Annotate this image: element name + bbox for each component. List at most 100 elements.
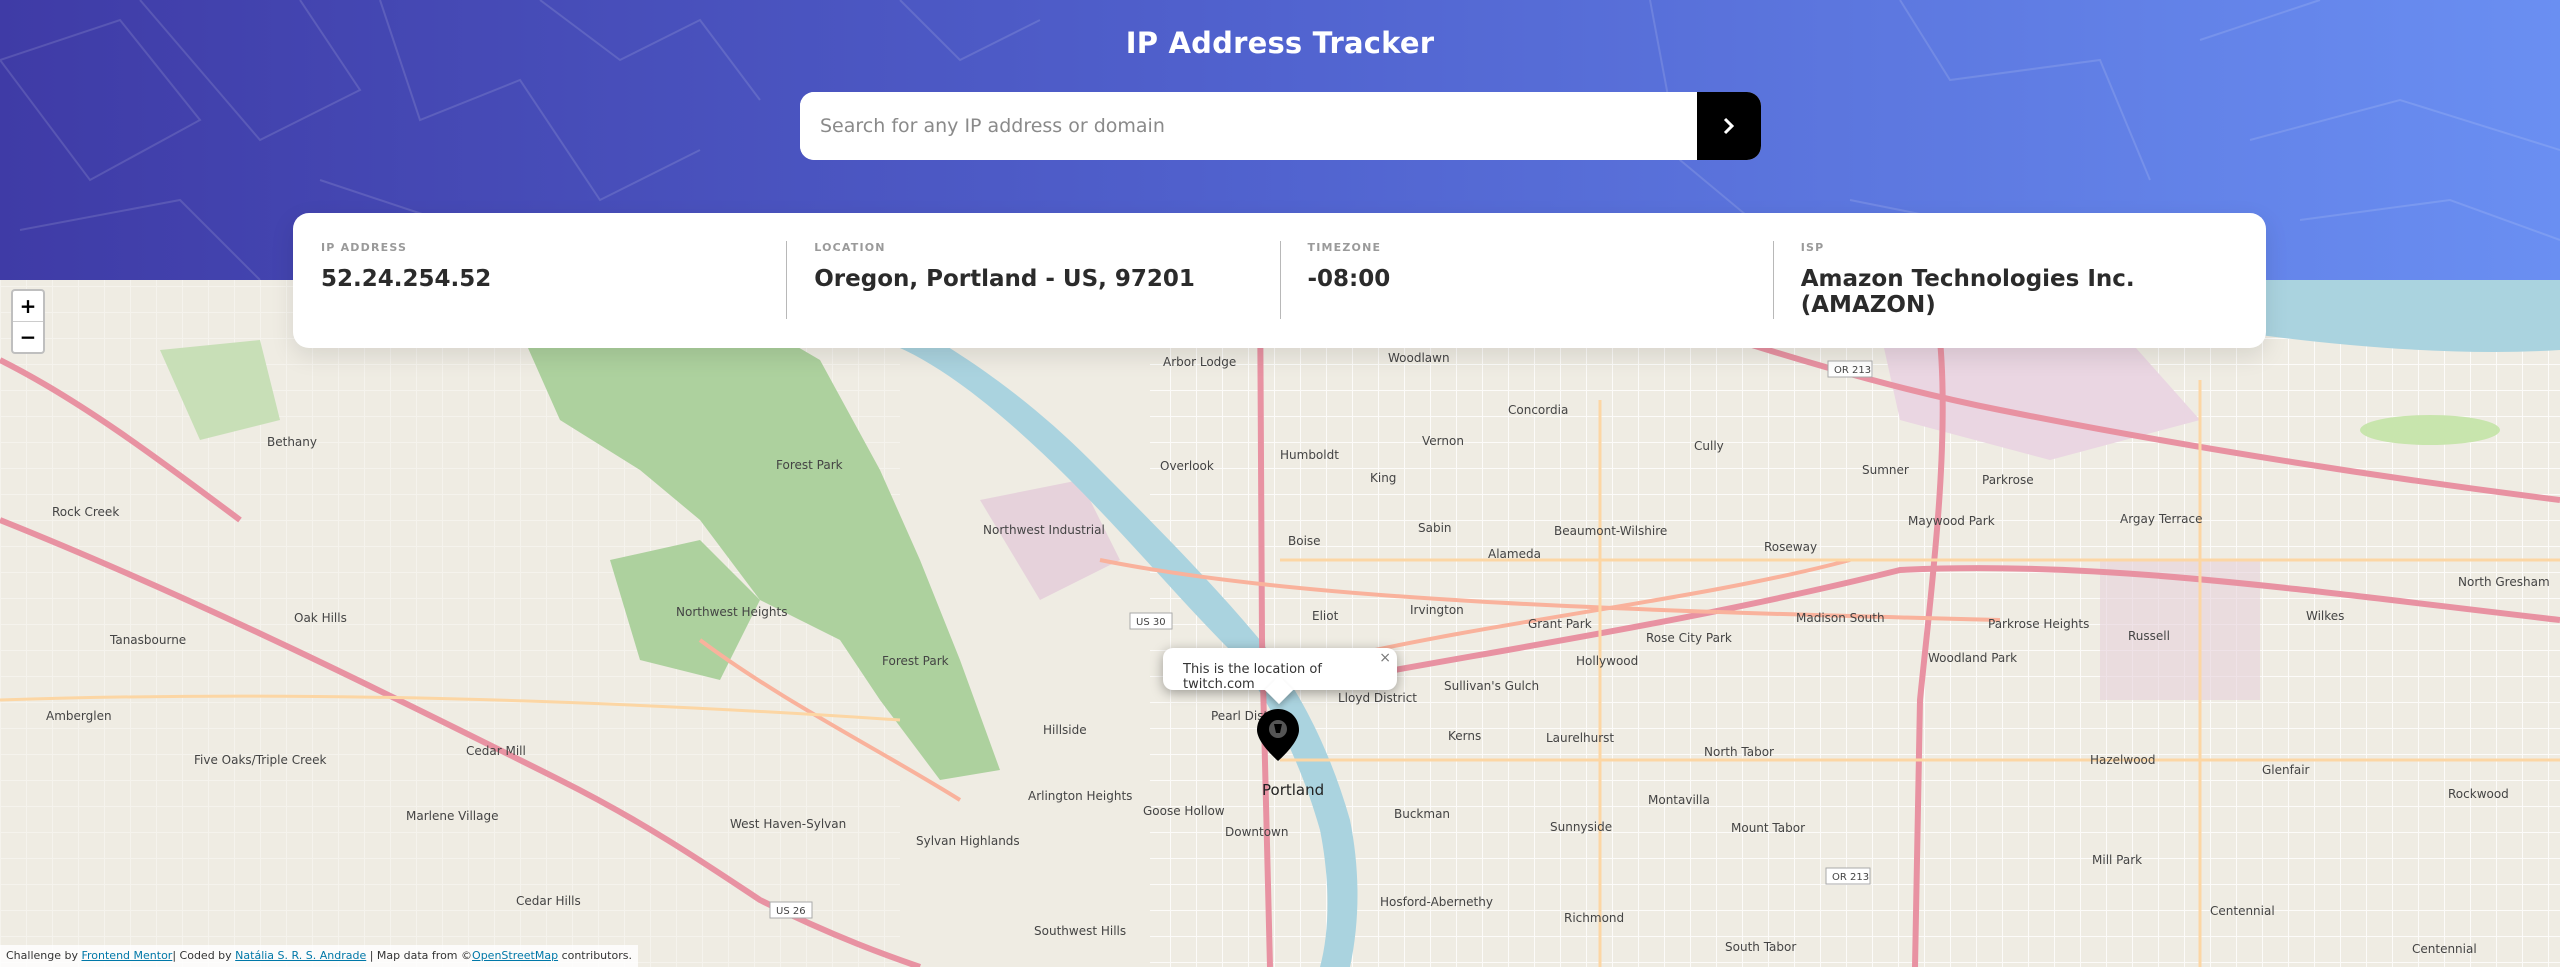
map-label: Rose City Park	[1646, 631, 1732, 645]
map-label: Kerns	[1448, 729, 1481, 743]
map-label: Tanasbourne	[109, 633, 186, 647]
openstreetmap-link[interactable]: OpenStreetMap	[472, 949, 558, 962]
map-label: Hollywood	[1576, 654, 1638, 668]
map-label: Argay Terrace	[2120, 512, 2202, 526]
location-marker[interactable]	[1255, 707, 1301, 767]
map-label: Mill Park	[2092, 853, 2142, 867]
map-label: Bethany	[267, 435, 317, 449]
timezone-cell: TIMEZONE -08:00	[1279, 213, 1773, 348]
isp-label: ISP	[1800, 241, 1825, 254]
map-tiles[interactable]: Arbor Lodge Woodlawn Concordia Cully Sum…	[0, 280, 2560, 967]
map-label: Concordia	[1508, 403, 1568, 417]
map-label: Grant Park	[1528, 617, 1592, 631]
map-label: Centennial	[2412, 942, 2477, 956]
map-label: Glenfair	[2262, 763, 2310, 777]
attr-coded-prefix: | Coded by	[172, 949, 232, 962]
map-label: Humboldt	[1280, 448, 1339, 462]
map-label: Madison South	[1796, 611, 1885, 625]
map-label: Parkrose	[1982, 473, 2034, 487]
map-label: Five Oaks/Triple Creek	[194, 753, 327, 767]
map-label: Sylvan Highlands	[916, 834, 1020, 848]
map-label: Sunnyside	[1550, 820, 1612, 834]
map-label: Arbor Lodge	[1163, 355, 1236, 369]
search-bar	[800, 92, 1761, 160]
map-label: Arlington Heights	[1028, 789, 1132, 803]
location-value: Oregon, Portland - US, 97201	[814, 266, 1195, 292]
map-label: Marlene Village	[406, 809, 498, 823]
map-label: Wilkes	[2306, 609, 2344, 623]
map-label: Hosford-Abernethy	[1380, 895, 1493, 909]
map-label: Lloyd District	[1338, 691, 1417, 705]
map-label: Buckman	[1394, 807, 1450, 821]
page-title: IP Address Tracker	[1125, 26, 1435, 60]
ip-address-cell: IP ADDRESS 52.24.254.52	[293, 213, 786, 348]
map-label: King	[1370, 471, 1396, 485]
map-label: Northwest Heights	[676, 605, 787, 619]
map-label: OR 213	[1832, 872, 1869, 883]
map-label: Hazelwood	[2090, 753, 2156, 767]
map-label: Cedar Mill	[466, 744, 526, 758]
map-label: Mount Tabor	[1731, 821, 1805, 835]
map-label: Vernon	[1422, 434, 1464, 448]
map-label: Cedar Hills	[516, 894, 581, 908]
attr-map-suffix: contributors.	[561, 949, 632, 962]
map-label: Woodland Park	[1928, 651, 2017, 665]
map-label: Portland	[1262, 781, 1324, 799]
map-label: Southwest Hills	[1034, 924, 1126, 938]
map-label: Russell	[2128, 629, 2170, 643]
isp-value: Amazon Technologies Inc. (AMAZON)	[1800, 266, 2135, 318]
map-label: South Tabor	[1725, 940, 1796, 954]
timezone-value: -08:00	[1307, 266, 1391, 292]
map-label: OR 213	[1834, 365, 1871, 376]
map-label: Cully	[1694, 439, 1724, 453]
map-label: Maywood Park	[1908, 514, 1995, 528]
author-link[interactable]: Natália S. R. S. Andrade	[235, 949, 366, 962]
map-label: Rock Creek	[52, 505, 119, 519]
map-label: Oak Hills	[294, 611, 347, 625]
map-label: North Gresham	[2458, 575, 2550, 589]
popup-text: This is the location of twitch.com	[1183, 662, 1322, 692]
map-label: North Tabor	[1704, 745, 1774, 759]
map-label: Amberglen	[46, 709, 112, 723]
location-label: LOCATION	[814, 241, 886, 254]
zoom-out-button[interactable]: −	[13, 321, 43, 352]
search-input[interactable]	[800, 92, 1697, 160]
ip-address-value: 52.24.254.52	[321, 266, 492, 292]
map-label: Boise	[1288, 534, 1321, 548]
map-label: Woodlawn	[1388, 351, 1450, 365]
map-label: Irvington	[1410, 603, 1464, 617]
map-label: Centennial	[2210, 904, 2275, 918]
map-label: Laurelhurst	[1546, 731, 1614, 745]
ip-info-panel: IP ADDRESS 52.24.254.52 LOCATION Oregon,…	[293, 213, 2266, 348]
map-label: Sumner	[1862, 463, 1909, 477]
map-label: Eliot	[1312, 609, 1339, 623]
map-label: Alameda	[1488, 547, 1541, 561]
location-pin-icon	[1257, 709, 1299, 761]
location-popup: This is the location of twitch.com ×	[1163, 648, 1397, 705]
zoom-in-button[interactable]: +	[13, 291, 43, 321]
search-submit-button[interactable]	[1697, 92, 1761, 160]
attr-map-prefix: | Map data from ©	[369, 949, 473, 962]
chevron-right-icon	[1723, 117, 1735, 135]
attr-challenge-prefix: Challenge by	[6, 949, 78, 962]
map-label: Goose Hollow	[1143, 804, 1225, 818]
map-label: Parkrose Heights	[1988, 617, 2089, 631]
isp-cell: ISP Amazon Technologies Inc. (AMAZON)	[1772, 213, 2266, 348]
map-label: Beaumont-Wilshire	[1554, 524, 1667, 538]
map-label: Forest Park	[776, 458, 843, 472]
map-label: Montavilla	[1648, 793, 1710, 807]
map-label: West Haven-Sylvan	[730, 817, 846, 831]
map-label: Downtown	[1225, 825, 1288, 839]
popup-close-button[interactable]: ×	[1379, 650, 1391, 666]
map-view[interactable]: Arbor Lodge Woodlawn Concordia Cully Sum…	[0, 280, 2560, 967]
map-label: Richmond	[1564, 911, 1624, 925]
map-label: US 30	[1136, 617, 1166, 628]
timezone-label: TIMEZONE	[1307, 241, 1382, 254]
map-label: Sabin	[1418, 521, 1452, 535]
map-attribution: Challenge by Frontend Mentor| Coded by N…	[0, 945, 638, 967]
frontend-mentor-link[interactable]: Frontend Mentor	[81, 949, 172, 962]
map-label: Northwest Industrial	[983, 523, 1105, 537]
map-label: Overlook	[1160, 459, 1214, 473]
map-label: Roseway	[1764, 540, 1817, 554]
map-label: US 26	[776, 906, 806, 917]
